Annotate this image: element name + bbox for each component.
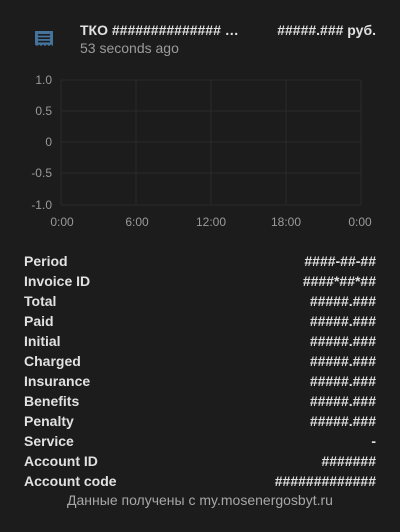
attribute-label: Penalty xyxy=(24,413,74,429)
attribute-label: Invoice ID xyxy=(24,273,91,289)
x-tick-label: 6:00 xyxy=(125,215,149,229)
attribute-value: #####.### xyxy=(309,353,376,369)
attribute-value: #####.### xyxy=(309,293,376,309)
attribute-row-invoice-id: Invoice ID ####*##*## xyxy=(24,271,376,291)
attribution-text: Данные получены с my.mosenergosbyt.ru xyxy=(67,492,333,508)
attribute-row-charged: Charged #####.### xyxy=(24,351,376,371)
y-tick-label: -0.5 xyxy=(31,166,52,180)
attribute-value: ####### xyxy=(321,453,376,469)
attribute-row-service: Service - xyxy=(24,431,376,451)
attribute-row-account-code: Account code ############# xyxy=(24,471,376,491)
y-tick-label: 0 xyxy=(45,135,52,149)
attribute-row-total: Total #####.### xyxy=(24,291,376,311)
invoice-icon xyxy=(31,27,57,53)
attribute-label: Paid xyxy=(24,313,54,329)
attribute-value: #####.### xyxy=(309,393,376,409)
entity-state: #####.### руб. xyxy=(277,22,376,38)
entity-name: ТКО ############## … xyxy=(80,22,239,38)
attribute-label: Initial xyxy=(24,333,61,349)
attribute-value: - xyxy=(371,433,376,449)
attribute-value: ####-##-## xyxy=(304,253,376,269)
attribute-label: Period xyxy=(24,253,68,269)
attribute-row-paid: Paid #####.### xyxy=(24,311,376,331)
y-tick-label: 1.0 xyxy=(35,73,52,87)
x-tick-label: 0:00 xyxy=(348,215,372,229)
entity-card: ТКО ############## … #####.### руб. 53 s… xyxy=(0,0,400,532)
attribute-value: ####*##*## xyxy=(302,273,376,289)
attribute-label: Benefits xyxy=(24,393,80,409)
attribute-value: #####.### xyxy=(309,373,376,389)
attribute-row-penalty: Penalty #####.### xyxy=(24,411,376,431)
entity-header[interactable]: ТКО ############## … #####.### руб. 53 s… xyxy=(0,0,400,64)
attribute-row-benefits: Benefits #####.### xyxy=(24,391,376,411)
attribute-label: Account ID xyxy=(24,453,98,469)
attribute-row-period: Period ####-##-## xyxy=(24,251,376,271)
last-changed: 53 seconds ago xyxy=(80,40,179,56)
attribute-label: Service xyxy=(24,433,74,449)
attribute-label: Charged xyxy=(24,353,81,369)
attributes-list: Period ####-##-## Invoice ID ####*##*## … xyxy=(24,251,376,491)
y-tick-label: -1.0 xyxy=(31,198,52,212)
attribute-label: Account code xyxy=(24,473,117,489)
x-tick-label: 18:00 xyxy=(271,215,301,229)
x-tick-label: 12:00 xyxy=(196,215,226,229)
history-graph: 1.0 0.5 0 -0.5 -1.0 0:00 6:00 12:00 18:0… xyxy=(31,73,372,229)
header-title-row: ТКО ############## … #####.### руб. xyxy=(80,20,380,40)
attribute-label: Total xyxy=(24,293,57,309)
attribute-value: ############# xyxy=(274,473,376,489)
attribute-value: #####.### xyxy=(309,413,376,429)
attribute-value: #####.### xyxy=(309,313,376,329)
attribute-value: #####.### xyxy=(309,333,376,349)
attribute-row-account-id: Account ID ####### xyxy=(24,451,376,471)
x-tick-label: 0:00 xyxy=(50,215,74,229)
attribute-label: Insurance xyxy=(24,373,91,389)
attribute-row-initial: Initial #####.### xyxy=(24,331,376,351)
y-tick-label: 0.5 xyxy=(35,104,52,118)
attribute-row-insurance: Insurance #####.### xyxy=(24,371,376,391)
